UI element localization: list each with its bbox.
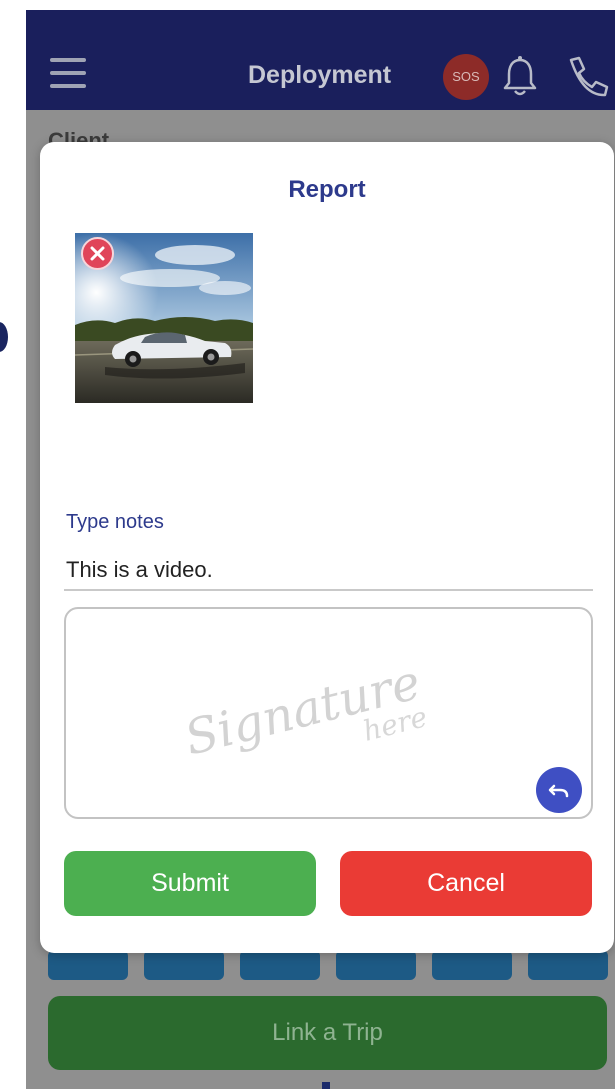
undo-icon bbox=[548, 784, 569, 798]
hamburger-menu-icon[interactable] bbox=[50, 58, 86, 90]
dialog-title: Report bbox=[288, 176, 366, 203]
background-element bbox=[0, 322, 8, 352]
phone-icon[interactable] bbox=[563, 54, 615, 100]
notes-input[interactable]: This is a video. bbox=[66, 557, 213, 583]
action-tab[interactable] bbox=[432, 950, 512, 980]
sos-button[interactable]: SOS bbox=[443, 54, 489, 100]
app-title: Deployment bbox=[248, 61, 392, 89]
cancel-button[interactable]: Cancel bbox=[340, 851, 592, 916]
action-tab[interactable] bbox=[336, 950, 416, 980]
bell-icon[interactable] bbox=[500, 54, 540, 100]
remove-attachment-button[interactable] bbox=[81, 237, 114, 270]
signature-placeholder: Signature here bbox=[179, 654, 430, 766]
action-tab[interactable] bbox=[240, 950, 320, 980]
report-dialog: Report Type notes This is a video. Signa… bbox=[40, 142, 614, 953]
action-tab[interactable] bbox=[48, 950, 128, 980]
signature-pad[interactable]: Signature here bbox=[64, 607, 593, 819]
undo-button[interactable] bbox=[536, 767, 582, 813]
submit-button[interactable]: Submit bbox=[64, 851, 316, 916]
action-tab[interactable] bbox=[528, 950, 608, 980]
close-icon bbox=[90, 246, 105, 261]
bottom-indicator bbox=[322, 1082, 330, 1089]
notes-label: Type notes bbox=[66, 511, 164, 533]
link-trip-button[interactable]: Link a Trip bbox=[48, 996, 607, 1070]
app-bar: Deployment SOS bbox=[26, 10, 615, 110]
action-tab-row bbox=[48, 950, 615, 982]
notes-underline bbox=[64, 589, 593, 591]
action-tab[interactable] bbox=[144, 950, 224, 980]
